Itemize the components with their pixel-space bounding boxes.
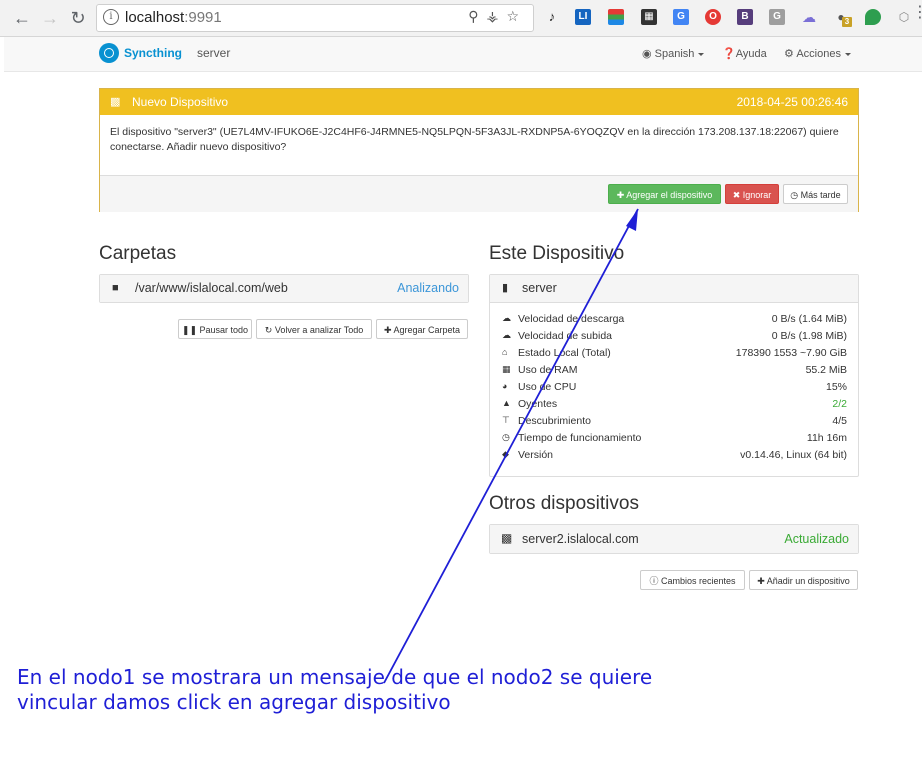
annotation-arrow [383, 208, 639, 684]
annotation-text: En el nodo1 se mostrara un mensaje de qu… [17, 665, 653, 714]
